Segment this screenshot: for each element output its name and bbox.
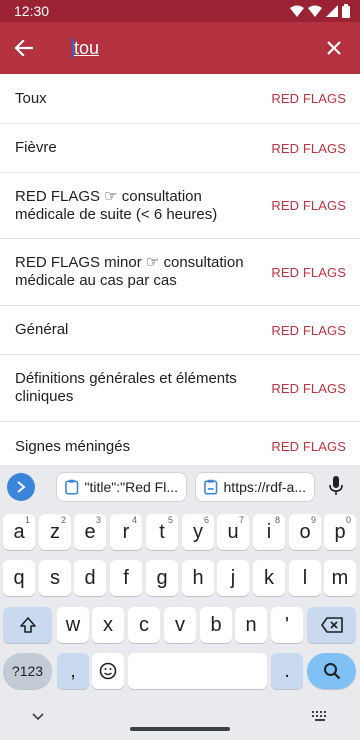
key-f[interactable]: f: [110, 560, 142, 596]
back-button[interactable]: [10, 34, 38, 62]
battery-icon: [342, 4, 350, 18]
clipboard-chip[interactable]: "title":"Red Fl...: [56, 472, 187, 502]
key-n[interactable]: n: [235, 607, 267, 643]
wifi-icon: [290, 5, 304, 17]
key-r[interactable]: r4: [110, 514, 142, 550]
key-t[interactable]: t5: [146, 514, 178, 550]
microphone-button[interactable]: [326, 474, 346, 498]
list-item[interactable]: Fièvre RED FLAGS: [0, 124, 360, 173]
key-a[interactable]: a1: [3, 514, 35, 550]
key-g[interactable]: g: [146, 560, 178, 596]
link-clipboard-icon: [204, 479, 218, 495]
clipboard-icon: [65, 479, 79, 495]
result-tag: RED FLAGS: [271, 322, 346, 338]
key-e[interactable]: e3: [74, 514, 106, 550]
keyboard-icon: [312, 711, 326, 721]
result-title: RED FLAGS minor ☞ consultation médicale …: [15, 254, 244, 289]
list-item[interactable]: RED FLAGS ☞ consultation médicale de sui…: [0, 173, 360, 239]
expand-toolbar-button[interactable]: [7, 473, 35, 501]
result-tag: RED FLAGS: [271, 91, 346, 106]
result-title: Signes méningés: [15, 437, 131, 455]
list-item[interactable]: Toux RED FLAGS: [0, 74, 360, 124]
shift-key[interactable]: [3, 607, 52, 643]
status-bar: 12:30: [0, 0, 360, 22]
keyboard-switch-button[interactable]: [312, 708, 330, 721]
home-indicator[interactable]: [130, 727, 230, 731]
clipboard-link-chip[interactable]: https://rdf-a...: [195, 472, 315, 502]
key-v[interactable]: v: [164, 607, 196, 643]
status-icons: [290, 3, 350, 19]
search-icon: [323, 663, 340, 680]
key-u[interactable]: u7: [217, 514, 249, 550]
key-apostrophe[interactable]: ': [271, 607, 303, 643]
key-s[interactable]: s: [39, 560, 71, 596]
chevron-down-icon: [32, 713, 44, 721]
symbols-key[interactable]: ?123: [3, 653, 52, 689]
result-tag: RED FLAGS: [271, 439, 346, 454]
key-m[interactable]: m: [324, 560, 356, 596]
result-title: Fièvre: [15, 139, 57, 156]
wifi-icon: [308, 5, 322, 17]
clear-search-button[interactable]: [320, 34, 348, 62]
period-key[interactable]: .: [271, 653, 303, 689]
clipboard-link-text: https://rdf-a...: [223, 479, 306, 495]
search-input[interactable]: tou: [72, 34, 302, 62]
key-b[interactable]: b: [200, 607, 232, 643]
result-tag: RED FLAGS: [271, 198, 346, 213]
result-title: Général: [15, 321, 69, 338]
result-title: RED FLAGS ☞ consultation médicale de sui…: [15, 187, 218, 223]
shift-icon: [19, 617, 36, 633]
key-y[interactable]: y6: [182, 514, 214, 550]
comma-key[interactable]: ,: [57, 653, 89, 689]
key-l[interactable]: l: [289, 560, 321, 596]
result-tag: RED FLAGS: [271, 140, 346, 156]
keyboard-toolbar: "title":"Red Fl... https://rdf-a...: [0, 465, 360, 507]
space-key[interactable]: [128, 653, 267, 689]
backspace-key[interactable]: [307, 607, 356, 643]
search-query: tou: [74, 37, 100, 58]
hide-keyboard-button[interactable]: [32, 708, 48, 721]
status-time: 12:30: [14, 3, 50, 19]
emoji-icon: [99, 662, 117, 680]
key-x[interactable]: x: [92, 607, 124, 643]
result-tag: RED FLAGS: [271, 380, 346, 396]
result-title: Toux: [15, 89, 47, 107]
key-k[interactable]: k: [253, 560, 285, 596]
key-c[interactable]: c: [128, 607, 160, 643]
microphone-icon: [329, 476, 343, 495]
list-item[interactable]: Définitions générales et éléments cliniq…: [0, 355, 360, 422]
key-w[interactable]: w: [57, 607, 89, 643]
key-p[interactable]: p0: [324, 514, 356, 550]
key-d[interactable]: d: [74, 560, 106, 596]
arrow-back-icon: [15, 40, 33, 56]
clipboard-text: "title":"Red Fl...: [84, 479, 179, 495]
backspace-icon: [320, 617, 343, 633]
results-list: Toux RED FLAGS Fièvre RED FLAGS RED FLAG…: [0, 74, 360, 465]
key-q[interactable]: q: [3, 560, 35, 596]
result-title: Définitions générales et éléments cliniq…: [15, 370, 237, 405]
list-item[interactable]: Général RED FLAGS: [0, 306, 360, 355]
list-item[interactable]: Signes méningés RED FLAGS: [0, 422, 360, 465]
result-tag: RED FLAGS: [271, 264, 346, 280]
key-o[interactable]: o9: [289, 514, 321, 550]
close-icon: [327, 41, 341, 55]
key-h[interactable]: h: [182, 560, 214, 596]
search-key[interactable]: [307, 653, 356, 689]
chevron-right-icon: [17, 481, 26, 493]
key-j[interactable]: j: [217, 560, 249, 596]
app-bar: tou: [0, 22, 360, 74]
key-z[interactable]: z2: [39, 514, 71, 550]
signal-icon: [326, 5, 338, 17]
key-i[interactable]: i8: [253, 514, 285, 550]
emoji-key[interactable]: [92, 653, 124, 689]
on-screen-keyboard: "title":"Red Fl... https://rdf-a... a1 z…: [0, 465, 360, 740]
list-item[interactable]: RED FLAGS minor ☞ consultation médicale …: [0, 239, 360, 306]
